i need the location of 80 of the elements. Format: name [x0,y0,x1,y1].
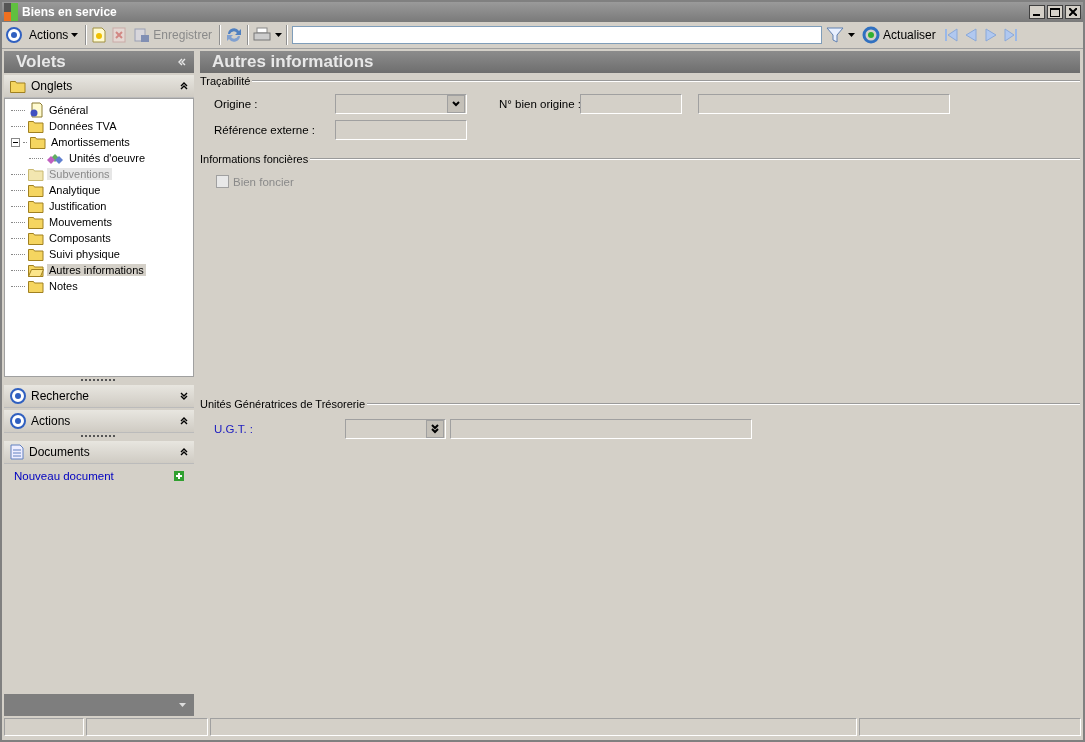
tree-item[interactable]: Justification [47,200,109,212]
open-folder-icon [28,263,44,277]
panel-header[interactable]: Documents [4,441,194,464]
actions-menu-button[interactable]: Actions [26,26,82,44]
minimize-button[interactable] [1029,5,1045,19]
input-field[interactable] [698,94,950,114]
dropdown-button[interactable] [426,420,444,438]
folder-icon [28,279,44,293]
input-field[interactable] [580,94,682,114]
folder-icon [28,199,44,213]
tree-item[interactable]: Mouvements [47,216,114,228]
panel-header[interactable]: Actions [4,410,194,433]
tree-item[interactable]: Autres informations [47,264,146,276]
panel-title: Documents [29,445,91,459]
plus-icon[interactable] [174,471,184,481]
tree-item[interactable]: Suivi physique [47,248,122,260]
collapse-chevron-icon[interactable] [180,448,188,456]
caret-icon[interactable] [71,33,79,37]
floppy-disk-icon [134,27,151,43]
double-chevron-icon [430,424,440,434]
tree-item[interactable]: Unités d'oeuvre [67,152,148,164]
document-icon [10,444,24,460]
collapse-chevron-icon[interactable] [180,82,188,90]
caret-icon[interactable] [275,33,283,37]
folder-icon [30,135,46,149]
expand-chevron-icon[interactable] [180,392,188,400]
checkbox-label: Bien foncier [233,175,294,188]
tree-item[interactable]: Analytique [47,184,103,196]
window-title: Biens en service [22,5,118,19]
input-field[interactable] [450,419,752,439]
field-label: N° bien origine : [499,98,580,110]
field-label: Référence externe : [214,124,316,136]
splitter-handle[interactable] [81,379,117,381]
folder-icon [28,167,44,181]
folder-icon [28,231,44,245]
panel-title: Actions [31,414,72,428]
new-document-link[interactable]: Nouveau document [14,470,114,482]
target-icon [10,388,26,404]
collapse-chevron-icon[interactable] [180,417,188,425]
input-field[interactable] [335,120,467,140]
new-document-icon[interactable] [91,27,108,43]
panel-title: Onglets [31,79,74,93]
folder-icon [10,79,26,93]
tree-item[interactable]: Composants [47,232,113,244]
splitter-handle[interactable] [81,435,117,437]
section-title: Informations foncières [200,153,309,165]
search-field[interactable] [292,26,823,44]
field-label: U.G.T. : [214,423,254,435]
maximize-icon [1050,7,1060,17]
diamonds-icon [46,151,64,165]
tree-item[interactable]: Général [47,104,91,116]
app-logo-icon [4,3,18,21]
panel-title: Recherche [31,389,91,403]
dropdown-button[interactable] [447,95,465,113]
folder-icon [28,215,44,229]
double-chevron-left-icon[interactable] [178,58,186,66]
tree-item[interactable]: Amortissements [49,136,132,148]
chevron-icon [451,99,461,109]
sidebar-title: Volets [16,52,67,72]
page-title: Autres informations [212,52,375,72]
folder-icon [28,119,44,133]
tree-item[interactable]: Données TVA [47,120,119,132]
section-title: Unités Génératrices de Trésorerie [200,398,366,410]
panel-header[interactable]: Recherche [4,385,194,408]
tree-item[interactable]: Notes [47,280,80,292]
minus-box-icon[interactable] [11,137,20,147]
target-icon [6,27,22,43]
field-label: Origine : [214,98,259,110]
panel-header[interactable]: Onglets [4,75,194,98]
close-button[interactable] [1065,5,1081,19]
refresh-button[interactable]: Actualiser [859,24,939,46]
refresh-icon [862,26,881,44]
folder-icon [28,183,44,197]
target-icon [10,413,26,429]
close-icon [1069,8,1077,16]
folder-icon [28,247,44,261]
maximize-button[interactable] [1047,5,1063,19]
sync-arrows-icon[interactable] [225,26,244,44]
caret-icon[interactable] [848,33,856,37]
section-title: Traçabilité [200,75,251,87]
